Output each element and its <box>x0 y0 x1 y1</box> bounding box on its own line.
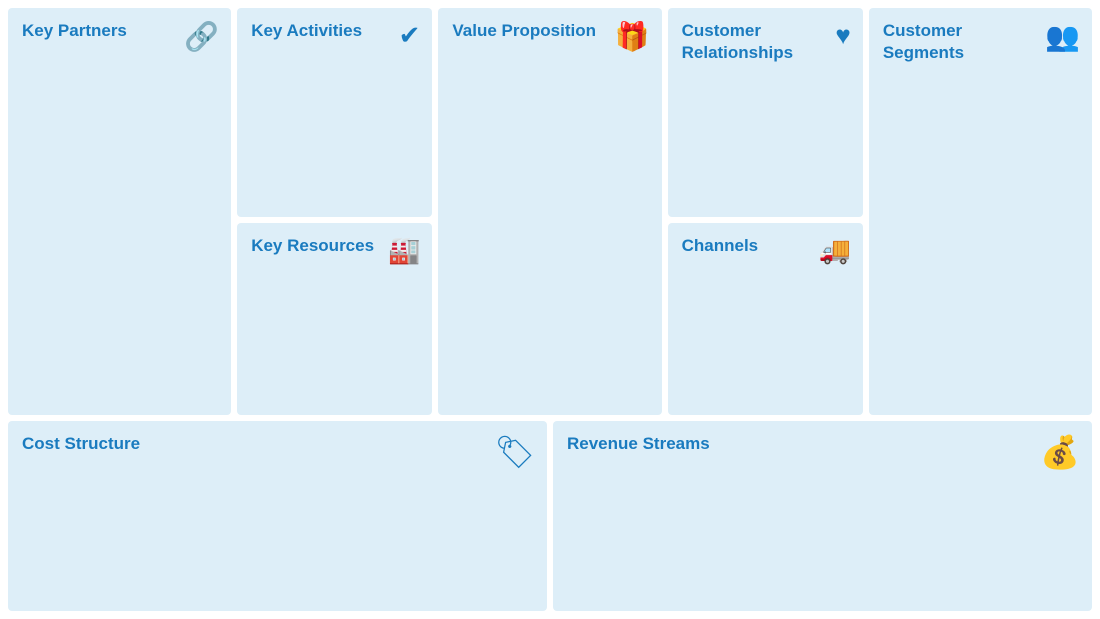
key-activities-title: Key Activities <box>251 20 376 42</box>
customer-relationships-cell[interactable]: Customer Relationships ♥ <box>668 8 863 217</box>
key-resources-cell[interactable]: Key Resources 🏭 <box>237 223 432 415</box>
customer-segments-title: Customer Segments <box>883 20 1029 64</box>
link-icon: 🔗 <box>184 20 219 53</box>
channels-title: Channels <box>682 235 807 257</box>
money-bag-icon: 💰 <box>1040 433 1080 471</box>
customer-relationships-title: Customer Relationships <box>682 20 807 64</box>
value-proposition-title: Value Proposition <box>452 20 598 42</box>
middle-column: Key Activities ✔ Key Resources 🏭 <box>237 8 432 415</box>
channels-cell[interactable]: Channels 🚚 <box>668 223 863 415</box>
key-partners-title: Key Partners <box>22 20 168 42</box>
value-proposition-cell[interactable]: Value Proposition 🎁 <box>438 8 661 415</box>
top-section: Key Partners 🔗 Key Activities ✔ Key Reso… <box>8 8 1092 415</box>
cost-structure-cell[interactable]: Cost Structure 🏷 <box>8 421 547 611</box>
tag-icon: 🏷 <box>494 433 535 471</box>
bottom-section: Cost Structure 🏷 Revenue Streams 💰 <box>8 421 1092 611</box>
customer-segments-cell[interactable]: Customer Segments 👥 <box>869 8 1092 415</box>
cost-structure-title: Cost Structure <box>22 433 405 455</box>
truck-icon: 🚚 <box>818 235 850 266</box>
key-activities-cell[interactable]: Key Activities ✔ <box>237 8 432 217</box>
customer-mid-column: Customer Relationships ♥ Channels 🚚 <box>668 8 863 415</box>
business-model-canvas: Key Partners 🔗 Key Activities ✔ Key Reso… <box>0 0 1100 619</box>
heart-icon: ♥ <box>835 20 850 51</box>
check-icon: ✔ <box>399 20 421 51</box>
people-icon: 👥 <box>1045 20 1080 53</box>
revenue-streams-title: Revenue Streams <box>567 433 950 455</box>
key-resources-title: Key Resources <box>251 235 376 257</box>
revenue-streams-cell[interactable]: Revenue Streams 💰 <box>553 421 1092 611</box>
key-partners-cell[interactable]: Key Partners 🔗 <box>8 8 231 415</box>
factory-icon: 🏭 <box>388 235 420 266</box>
gift-icon: 🎁 <box>615 20 650 53</box>
